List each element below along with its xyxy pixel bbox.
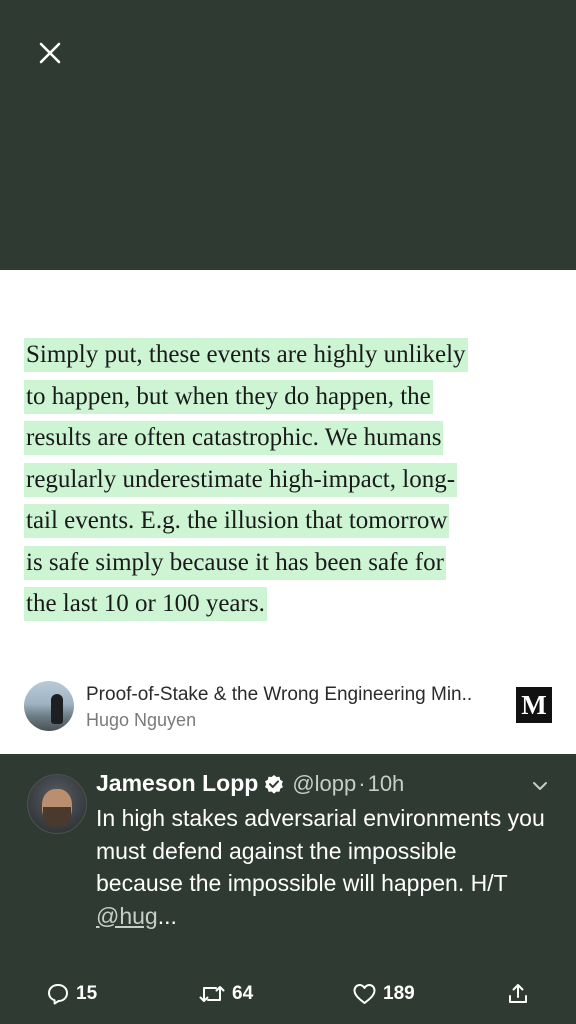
tweet-time[interactable]: 10h [368, 771, 405, 797]
quote-line: is safe simply because it has been safe … [24, 545, 446, 580]
like-count: 189 [383, 983, 415, 1004]
like-button[interactable]: 189 [352, 976, 415, 1012]
separator-dot: · [358, 770, 366, 796]
tweet-header: Jameson Lopp @lopp · 10h [96, 770, 404, 797]
article-link-preview[interactable]: Proof-of-Stake & the Wrong Engineering M… [22, 678, 554, 734]
truncation-ellipsis: ... [157, 902, 177, 929]
verified-badge-icon [264, 774, 284, 794]
close-button[interactable] [30, 33, 70, 73]
mention-link[interactable]: @hug [96, 903, 158, 929]
article-title: Proof-of-Stake & the Wrong Engineering M… [86, 684, 473, 705]
tweet-body: In high stakes adversarial environments … [96, 805, 545, 896]
highlighted-quote: Simply put, these events are highly unli… [24, 334, 554, 625]
share-button[interactable] [506, 976, 530, 1012]
reply-button[interactable]: 15 [46, 976, 97, 1012]
quote-line: regularly underestimate high-impact, lon… [24, 462, 458, 497]
reply-icon [48, 984, 68, 1005]
retweet-button[interactable]: 64 [198, 976, 253, 1012]
display-name[interactable]: Jameson Lopp [96, 770, 258, 797]
quote-line: the last 10 or 100 years. [24, 587, 267, 621]
quote-line: Simply put, these events are highly unli… [24, 338, 468, 372]
article-author: Hugo Nguyen [86, 710, 197, 730]
quote-line: to happen, but when they do happen, the [24, 379, 433, 414]
retweet-count: 64 [232, 983, 254, 1004]
user-handle[interactable]: @lopp [292, 771, 356, 797]
author-avatar [24, 681, 74, 731]
tweet[interactable]: Jameson Lopp @lopp · 10h In high stakes … [0, 754, 576, 1024]
chevron-down-icon[interactable] [530, 776, 550, 796]
quote-line: tail events. E.g. the illusion that tomo… [24, 504, 450, 538]
tweet-text: In high stakes adversarial environments … [96, 802, 546, 932]
tweet-actions: 15 64 189 [0, 976, 576, 1012]
share-icon [509, 984, 527, 1003]
reply-count: 15 [76, 983, 98, 1004]
quote-line: results are often catastrophic. We human… [24, 421, 444, 455]
heart-icon [353, 984, 376, 1004]
medium-logo-icon: M [516, 687, 552, 723]
close-icon [39, 42, 61, 64]
user-avatar[interactable] [27, 774, 87, 834]
retweet-icon [199, 986, 225, 1002]
